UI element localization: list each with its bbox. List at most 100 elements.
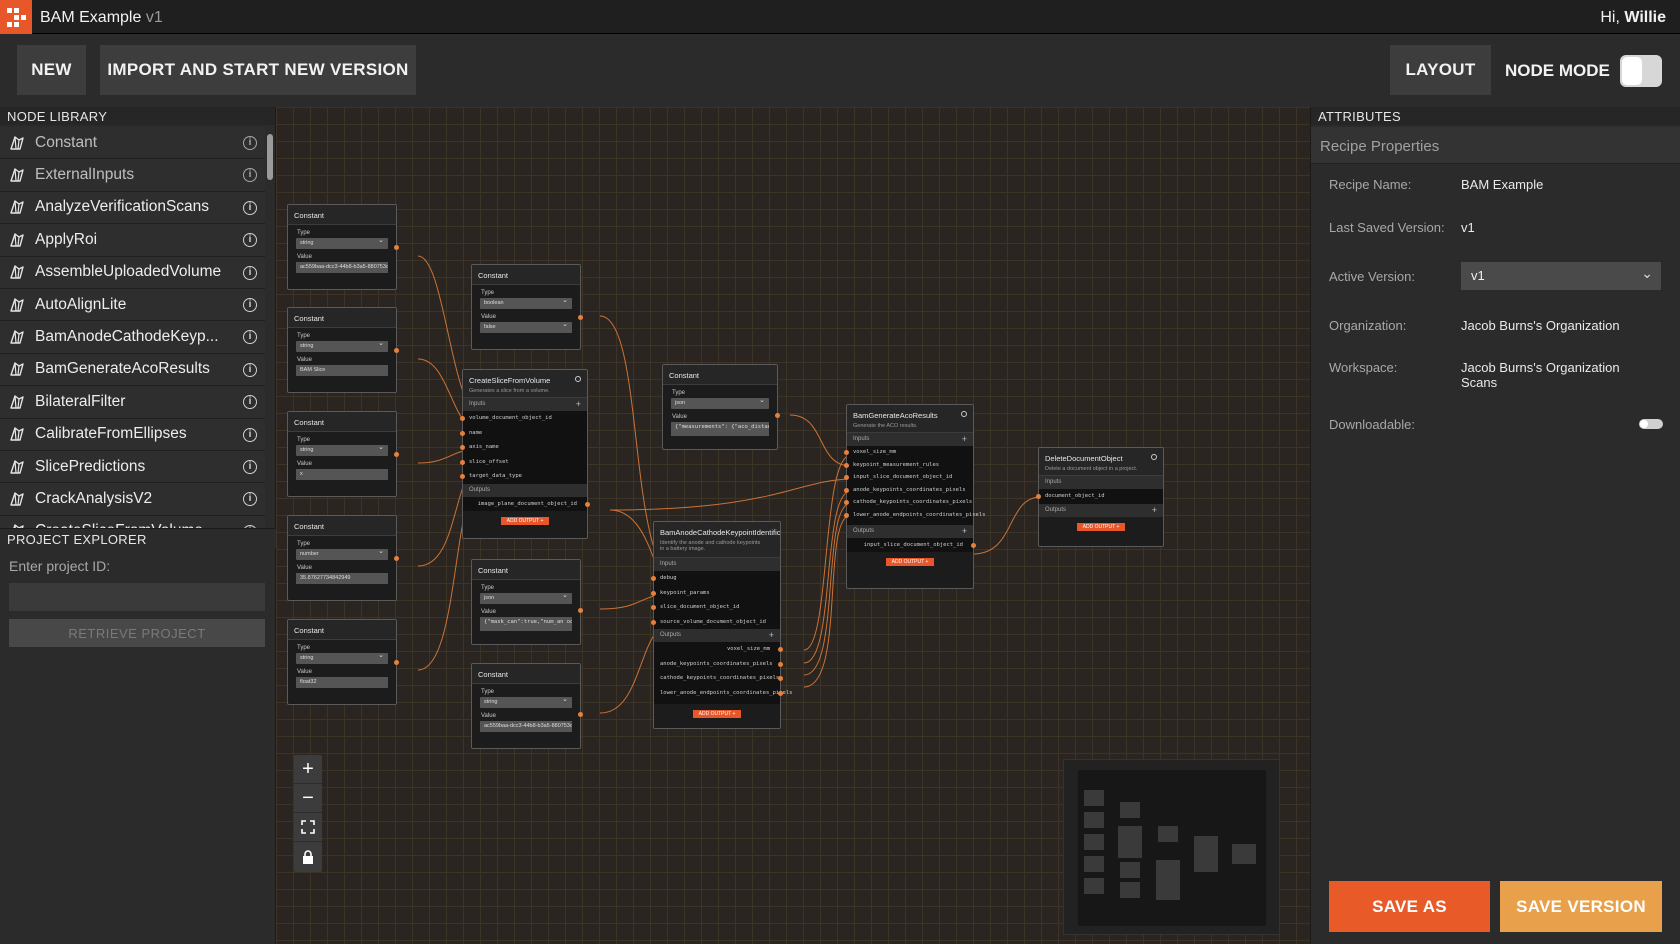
type-select[interactable]: boolean [480, 296, 572, 309]
add-output-icon[interactable]: + [962, 526, 967, 536]
input-dot[interactable] [460, 416, 465, 421]
node-library-item[interactable]: ApplyRoi i [0, 224, 265, 257]
output-port[interactable] [394, 245, 399, 250]
input-port[interactable]: name [460, 425, 587, 440]
node-library-item[interactable]: SlicePredictions i [0, 450, 265, 484]
output-port[interactable] [578, 712, 583, 717]
node-library-item[interactable]: CalibrateFromEllipses i [0, 418, 265, 451]
type-select[interactable]: json [671, 396, 769, 409]
constant-node[interactable]: Constant Type string Value ac559baa-dcc3… [287, 204, 399, 290]
info-icon[interactable]: i [243, 362, 257, 377]
input-port[interactable]: target_data_type [460, 469, 587, 484]
output-port[interactable] [394, 452, 399, 457]
info-icon[interactable] [961, 411, 967, 417]
scroll-thumb[interactable] [267, 134, 273, 180]
node-library-item[interactable]: BamAnodeCathodeKeyp... i [0, 321, 265, 354]
output-port[interactable]: voxel_size_mm [654, 642, 783, 657]
output-port[interactable] [578, 608, 583, 613]
user-greeting[interactable]: Hi, Willie [1600, 9, 1666, 27]
zoom-in-button[interactable]: + [294, 755, 322, 784]
create-slice-node[interactable]: CreateSliceFromVolume Generates a slice … [460, 369, 590, 539]
output-dot[interactable] [778, 676, 783, 681]
input-dot[interactable] [460, 430, 465, 436]
input-port[interactable]: voxel_size_mm [844, 446, 973, 459]
input-port[interactable]: keypoint_measurement_rules [844, 458, 973, 471]
input-port[interactable]: keypoint_params [651, 585, 780, 600]
constant-node[interactable]: Constant Type string Value x [287, 411, 399, 497]
graph-canvas[interactable]: Constant Type string Value ac559baa-dcc3… [276, 107, 1310, 944]
info-icon[interactable]: i [243, 395, 257, 410]
input-dot[interactable] [460, 445, 465, 450]
output-port[interactable] [394, 348, 399, 353]
output-port[interactable] [775, 413, 780, 418]
add-output-icon[interactable]: + [769, 630, 774, 640]
info-icon[interactable]: i [243, 297, 257, 312]
input-port[interactable]: axis_name [460, 440, 587, 455]
type-select[interactable]: string [296, 443, 388, 456]
node-library-item[interactable]: AnalyzeVerificationScans i [0, 191, 265, 225]
constant-node[interactable]: Constant Type string Value float32 [287, 619, 399, 705]
info-icon[interactable]: i [243, 459, 257, 474]
constant-node[interactable]: Constant Type string Value BAM Slice [287, 307, 399, 393]
node-library-item[interactable]: BilateralFilter i [0, 386, 265, 419]
input-dot[interactable] [1036, 494, 1041, 499]
info-icon[interactable]: i [243, 136, 257, 150]
input-port[interactable]: document_object_id [1036, 489, 1163, 504]
active-version-select[interactable]: v1 ⌄ [1461, 262, 1661, 290]
node-mode-toggle[interactable] [1620, 55, 1662, 87]
add-output-button[interactable]: ADD OUTPUT + [501, 517, 549, 525]
output-port[interactable] [394, 556, 399, 561]
node-library-item[interactable]: CrackAnalysisV2 i [0, 483, 265, 516]
type-select[interactable]: string [296, 236, 388, 249]
output-dot[interactable] [778, 647, 783, 652]
value-input[interactable]: ac559baa-dcc3-44b8-b3a5-880753c [480, 721, 572, 732]
new-button[interactable]: NEW [17, 45, 86, 95]
add-output-button[interactable]: ADD OUTPUT + [1077, 522, 1125, 531]
add-output-icon[interactable]: + [1152, 505, 1157, 515]
info-icon[interactable]: i [243, 265, 257, 280]
input-dot[interactable] [844, 475, 849, 480]
input-port[interactable]: cathode_keypoints_coordinates_pixels [844, 496, 973, 509]
output-port[interactable]: input_slice_document_object_id [847, 537, 976, 552]
app-logo[interactable] [0, 0, 32, 34]
retrieve-project-button[interactable]: RETRIEVE PROJECT [9, 619, 265, 647]
input-dot[interactable] [844, 487, 849, 493]
keypoint-identification-node[interactable]: BamAnodeCathodeKeypointIdentification Id… [651, 521, 792, 729]
output-port[interactable] [578, 315, 583, 320]
input-dot[interactable] [651, 619, 656, 625]
input-dot[interactable] [651, 576, 656, 581]
info-icon[interactable] [1151, 454, 1157, 460]
save-version-button[interactable]: SAVE VERSION [1500, 881, 1662, 932]
input-port[interactable]: source_volume_document_object_id [651, 614, 780, 629]
value-input[interactable]: x [296, 469, 388, 480]
project-id-input[interactable] [9, 583, 265, 611]
value-input[interactable]: BAM Slice [296, 365, 388, 376]
aco-results-node[interactable]: BamGenerateAcoResults Generate the ACO r… [844, 404, 985, 589]
output-port[interactable]: cathode_keypoints_coordinates_pixels [654, 671, 783, 686]
node-library-item[interactable]: Constant i [0, 127, 265, 160]
constant-node[interactable]: Constant Type string Value ac559baa-dcc3… [471, 663, 583, 749]
info-icon[interactable]: i [243, 492, 257, 507]
input-port[interactable]: slice_document_object_id [651, 600, 780, 615]
import-new-version-button[interactable]: IMPORT AND START NEW VERSION [100, 45, 416, 95]
input-port[interactable]: input_slice_document_object_id [844, 471, 973, 484]
output-dot[interactable] [585, 501, 590, 507]
input-dot[interactable] [844, 500, 849, 505]
info-icon[interactable]: i [243, 330, 257, 345]
output-port[interactable] [394, 660, 399, 665]
type-select[interactable]: string [296, 339, 388, 352]
output-dot[interactable] [971, 542, 976, 548]
zoom-out-button[interactable]: − [294, 784, 322, 813]
constant-node[interactable]: Constant Type json Value {"mask_can":tru… [471, 559, 583, 645]
save-as-button[interactable]: SAVE AS [1329, 881, 1490, 932]
constant-node[interactable]: Constant Type boolean Value false [471, 264, 583, 350]
value-input[interactable]: {"measurements": {"aco_distance": [671, 422, 769, 436]
layout-button[interactable]: LAYOUT [1390, 45, 1491, 95]
node-library-item[interactable]: ExternalInputs i [0, 159, 265, 192]
info-icon[interactable] [575, 376, 581, 382]
info-icon[interactable]: i [243, 200, 257, 215]
input-dot[interactable] [844, 450, 849, 455]
fit-view-button[interactable] [294, 813, 322, 842]
node-library-item[interactable]: AssembleUploadedVolume i [0, 256, 265, 289]
node-library-scrollbar[interactable] [265, 127, 275, 635]
